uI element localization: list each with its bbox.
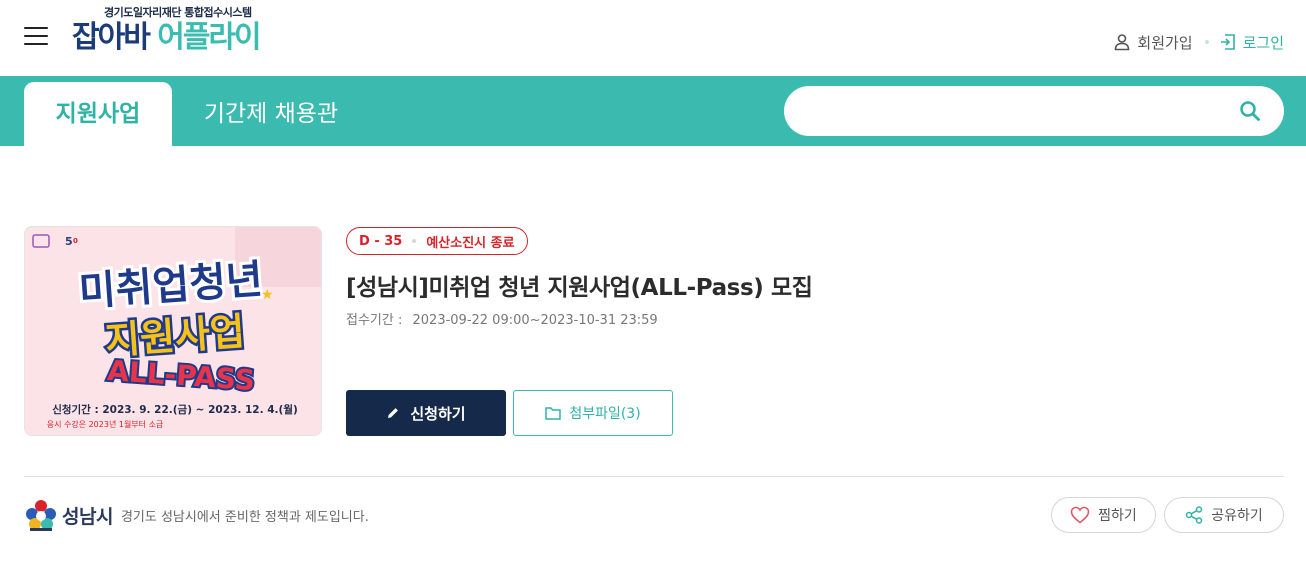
user-links: 회원가입 로그인 [1113,30,1284,54]
post-title[interactable]: [성남시]미취업 청년 지원사업(ALL-Pass) 모집 [346,268,813,302]
signup-label: 회원가입 [1137,33,1193,52]
share-label: 공유하기 [1211,508,1263,524]
apply-button[interactable]: 신청하기 [346,390,506,436]
logo-wordmark: 잡아바 어플라이 [72,20,262,55]
separator-dot [1204,40,1209,44]
site-header: 경기도일자리재단 통합접수시스템 잡아바 어플라이 회원가입 로그인 [0,0,1306,76]
login-label: 로그인 [1242,33,1284,52]
favorite-label: 찜하기 [1098,508,1137,524]
tab-fixed-term-jobs[interactable]: 기간제 채용관 [186,82,356,146]
share-icon [1185,506,1203,524]
dday-label: D - 35 [359,233,403,249]
organization-description: 경기도 성남시에서 준비한 정책과 제도입니다. [120,509,369,525]
share-button[interactable]: 공유하기 [1164,497,1284,533]
search-icon[interactable] [1238,99,1262,123]
status-label: 예산소진시 종료 [426,235,515,251]
content-divider [24,476,1284,477]
badge-separator [412,239,417,243]
search-box [784,86,1284,136]
folder-icon [545,407,562,420]
seongnam-emblem-icon [26,500,56,531]
login-icon [1220,34,1235,50]
organization-name: 성남시 [62,505,113,528]
application-period: 접수기간 : 2023-09-22 09:00~2023-10-31 23:59 [346,309,658,328]
site-logo[interactable]: 경기도일자리재단 통합접수시스템 잡아바 어플라이 [72,4,292,60]
pencil-icon [388,408,399,418]
organization-info: 성남시 경기도 성남시에서 준비한 정책과 제도입니다. [24,498,369,532]
thumbnail-note: 응시 수강은 2023년 1월부터 소급 [47,419,164,429]
program-thumbnail[interactable]: 5 0 미취업청년 지원사업 ALL-PASS 신청기간 : 2023. 9. … [24,226,322,436]
signup-link[interactable]: 회원가입 [1113,32,1193,53]
attachments-label: 첨부파일(3) [569,406,641,422]
svg-text:5: 5 [65,235,73,248]
svg-text:★: ★ [261,287,274,303]
period-value: 2023-09-22 09:00~2023-10-31 23:59 [412,313,658,328]
heart-icon [1070,506,1090,524]
tab-support-programs[interactable]: 지원사업 [24,82,172,146]
svg-text:0: 0 [73,237,78,245]
login-link[interactable]: 로그인 [1219,32,1284,53]
user-icon [1115,34,1130,51]
status-badge: D - 35 예산소진시 종료 [346,227,528,255]
search-input[interactable] [806,96,1226,126]
thumbnail-dates: 신청기간 : 2023. 9. 22.(금) ~ 2023. 12. 4.(월) [52,403,298,416]
favorite-button[interactable]: 찜하기 [1051,497,1156,533]
attachments-button[interactable]: 첨부파일(3) [513,390,673,436]
menu-icon[interactable] [24,27,48,45]
main-nav: 지원사업 기간제 채용관 [0,76,1306,146]
period-label: 접수기간 : [346,313,403,328]
apply-label: 신청하기 [410,404,466,423]
